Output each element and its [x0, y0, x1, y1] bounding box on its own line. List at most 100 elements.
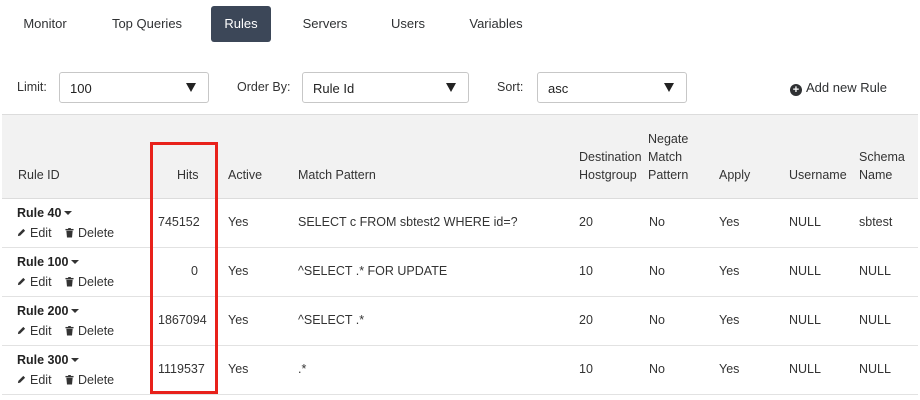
pencil-icon: [17, 375, 26, 384]
schema-value: NULL: [859, 362, 891, 376]
negate-value: No: [649, 362, 665, 376]
delete-button[interactable]: Delete: [65, 373, 114, 387]
delete-button[interactable]: Delete: [65, 275, 114, 289]
caret-down-icon: [71, 358, 80, 362]
sort-value: asc: [548, 81, 569, 96]
tab-variables[interactable]: Variables: [460, 6, 532, 42]
caret-down-icon: [664, 83, 674, 92]
edit-button[interactable]: Edit: [17, 373, 52, 387]
username-value: NULL: [789, 264, 821, 278]
rule-dropdown[interactable]: Rule 40: [17, 206, 73, 220]
schema-value: sbtest: [859, 215, 893, 229]
hits-value: 0: [191, 264, 198, 278]
limit-label: Limit:: [17, 80, 47, 94]
trash-icon: [65, 228, 74, 238]
hits-value: 1867094: [158, 313, 207, 327]
apply-value: Yes: [719, 313, 740, 327]
order-by-select[interactable]: Rule Id: [302, 72, 469, 103]
caret-down-icon: [71, 309, 80, 313]
hits-value: 745152: [158, 215, 200, 229]
header-negate-match-pattern[interactable]: Negate Match Pattern: [648, 130, 688, 184]
rule-dropdown[interactable]: Rule 100: [17, 255, 80, 269]
header-active[interactable]: Active: [228, 166, 262, 184]
caret-down-icon: [64, 211, 73, 215]
header-match-pattern[interactable]: Match Pattern: [298, 166, 376, 184]
delete-label: Delete: [78, 226, 115, 240]
header-negate-line2: Match: [648, 150, 683, 164]
rule-dropdown[interactable]: Rule 200: [17, 304, 80, 318]
pencil-icon: [17, 277, 26, 286]
delete-button[interactable]: Delete: [65, 226, 114, 240]
rule-name: Rule 100: [17, 255, 69, 269]
trash-icon: [65, 277, 74, 287]
header-schema-line1: Schema: [859, 150, 905, 164]
tab-monitor[interactable]: Monitor: [12, 6, 78, 42]
add-rule-button[interactable]: + Add new Rule: [790, 80, 887, 96]
header-rule-id[interactable]: Rule ID: [18, 166, 60, 184]
rule-name: Rule 40: [17, 206, 62, 220]
add-rule-label: Add new Rule: [806, 80, 887, 95]
match-pattern-value: ^SELECT .*: [298, 313, 365, 327]
destination-value: 10: [579, 362, 593, 376]
header-negate-line3: Pattern: [648, 168, 689, 182]
edit-label: Edit: [30, 373, 52, 387]
header-destination-hostgroup[interactable]: Destination Hostgroup: [579, 148, 642, 184]
caret-down-icon: [186, 83, 196, 92]
order-by-label: Order By:: [237, 80, 291, 94]
header-negate-line1: Negate: [648, 132, 689, 146]
header-dest-line2: Hostgroup: [579, 168, 637, 182]
header-schema-name[interactable]: Schema Name: [859, 148, 905, 184]
order-by-value: Rule Id: [313, 81, 355, 96]
rule-name: Rule 300: [17, 353, 69, 367]
caret-down-icon: [446, 83, 456, 92]
header-hits[interactable]: Hits: [177, 166, 199, 184]
sort-select[interactable]: asc: [537, 72, 687, 103]
match-pattern-value: ^SELECT .* FOR UPDATE: [298, 264, 448, 278]
header-schema-line2: Name: [859, 168, 893, 182]
edit-label: Edit: [30, 226, 52, 240]
username-value: NULL: [789, 362, 821, 376]
edit-button[interactable]: Edit: [17, 226, 52, 240]
username-value: NULL: [789, 215, 821, 229]
header-apply[interactable]: Apply: [719, 166, 750, 184]
pencil-icon: [17, 326, 26, 335]
delete-label: Delete: [78, 275, 115, 289]
destination-value: 20: [579, 313, 593, 327]
tab-top-queries[interactable]: Top Queries: [104, 6, 190, 42]
tab-users[interactable]: Users: [380, 6, 436, 42]
hits-value: 1119537: [158, 362, 205, 376]
username-value: NULL: [789, 313, 821, 327]
apply-value: Yes: [719, 215, 740, 229]
tab-servers[interactable]: Servers: [291, 6, 359, 42]
limit-value: 100: [70, 81, 92, 96]
rule-name: Rule 200: [17, 304, 69, 318]
caret-down-icon: [71, 260, 80, 264]
filter-bar: Limit: 100 Order By: Rule Id Sort: asc +…: [0, 72, 920, 104]
delete-button[interactable]: Delete: [65, 324, 114, 338]
negate-value: No: [649, 215, 665, 229]
destination-value: 10: [579, 264, 593, 278]
header-username[interactable]: Username: [789, 166, 847, 184]
sort-label: Sort:: [497, 80, 524, 94]
rule-dropdown[interactable]: Rule 300: [17, 353, 80, 367]
apply-value: Yes: [719, 362, 740, 376]
pencil-icon: [17, 228, 26, 237]
trash-icon: [65, 326, 74, 336]
edit-button[interactable]: Edit: [17, 275, 52, 289]
rules-table: Rule ID Hits Active Match Pattern Destin…: [2, 114, 918, 400]
schema-value: NULL: [859, 264, 891, 278]
edit-button[interactable]: Edit: [17, 324, 52, 338]
table-row: Rule 200 Edit Delete 1867094 Yes ^SELECT…: [2, 297, 918, 346]
apply-value: Yes: [719, 264, 740, 278]
table-row: Rule 300 Edit Delete 1119537 Yes .* 10 N…: [2, 346, 918, 395]
trash-icon: [65, 375, 74, 385]
tab-rules[interactable]: Rules: [211, 6, 271, 42]
edit-label: Edit: [30, 275, 52, 289]
negate-value: No: [649, 264, 665, 278]
limit-select[interactable]: 100: [59, 72, 209, 103]
delete-label: Delete: [78, 324, 115, 338]
schema-value: NULL: [859, 313, 891, 327]
active-value: Yes: [228, 313, 249, 327]
destination-value: 20: [579, 215, 593, 229]
plus-circle-icon: +: [790, 84, 802, 96]
